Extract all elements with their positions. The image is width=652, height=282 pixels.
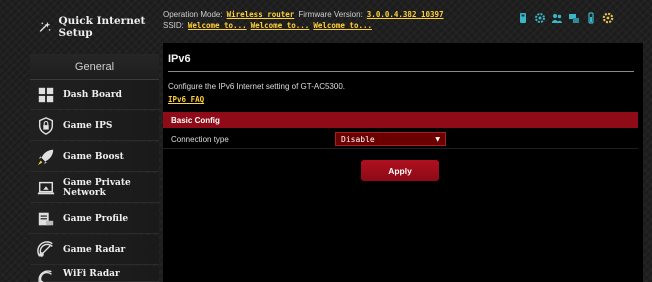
sidebar-item-label: Game Radar [63, 244, 126, 255]
gear-icon[interactable] [534, 11, 546, 23]
profile-icon [38, 212, 54, 225]
sidebar-item-label: Game Boost [63, 151, 124, 162]
wizard-icon [39, 21, 51, 32]
sidebar-item-label: WiFi Radar [63, 269, 120, 279]
operation-mode-label: Operation Mode: [163, 10, 223, 19]
sidebar-item-label: Dash Board [63, 89, 122, 100]
quick-internet-setup-button[interactable]: Quick Internet Setup [30, 9, 159, 45]
rocket-icon [37, 149, 54, 165]
shield-lock-icon [38, 116, 54, 135]
sidebar-item-game-radar[interactable]: Game Radar [30, 235, 159, 265]
sidebar-item-game-ips[interactable]: Game IPS [30, 111, 159, 141]
connection-type-label: Connection type [171, 135, 229, 144]
wifi-radar-icon [38, 270, 52, 282]
ssid-label: SSID: [163, 21, 184, 30]
sidebar-item-game-private-network[interactable]: Game Private Network [30, 173, 159, 203]
connection-type-select[interactable]: Disable ▼ [335, 132, 446, 146]
dashboard-icon [38, 87, 54, 102]
connection-type-row: Connection type Disable ▼ [163, 129, 638, 149]
sidebar-section-general: General [30, 54, 159, 80]
apply-button[interactable]: Apply [361, 160, 439, 181]
main-panel: IPv6 Configure the IPv6 Internet setting… [163, 43, 643, 282]
battery-icon[interactable] [585, 11, 597, 24]
firmware-version-link[interactable]: 3.0.0.4.382_10397 [367, 10, 444, 19]
sidebar: Quick Internet Setup General Dash Board … [0, 0, 159, 282]
firmware-label: Firmware Version: [298, 10, 363, 19]
settings-icon[interactable] [602, 11, 614, 24]
sidebar-item-dash-board[interactable]: Dash Board [30, 80, 159, 110]
laptop-icon [37, 181, 55, 194]
radar-icon [37, 240, 53, 257]
sidebar-item-label: Game IPS [63, 120, 113, 131]
sidebar-item-game-profile[interactable]: Game Profile [30, 204, 159, 234]
users-icon[interactable] [551, 11, 563, 23]
connection-type-value: Disable [341, 134, 375, 144]
quick-setup-label: Quick Internet Setup [58, 15, 146, 39]
usb-icon[interactable] [517, 11, 529, 23]
status-icons [517, 11, 614, 24]
ipv6-faq-link[interactable]: IPv6 FAQ [168, 95, 204, 104]
sidebar-item-label: Game Private Network [63, 177, 131, 198]
chevron-down-icon: ▼ [435, 135, 440, 143]
ssid-link[interactable]: Welcome to... [251, 21, 310, 30]
ssid-link[interactable]: Welcome to... [188, 21, 247, 30]
page-description: Configure the IPv6 Internet setting of G… [168, 82, 345, 91]
ssid-link[interactable]: Welcome to... [313, 21, 372, 30]
operation-mode-link[interactable]: Wireless router [227, 10, 295, 19]
page-title: IPv6 [168, 53, 191, 65]
sidebar-item-wifi-radar[interactable]: WiFi Radar [30, 266, 159, 282]
sidebar-item-label: Game Profile [63, 213, 129, 224]
sidebar-item-game-boost[interactable]: Game Boost [30, 142, 159, 172]
basic-config-header: Basic Config [163, 112, 638, 128]
title-divider [168, 71, 634, 72]
network-icon[interactable] [568, 11, 580, 23]
